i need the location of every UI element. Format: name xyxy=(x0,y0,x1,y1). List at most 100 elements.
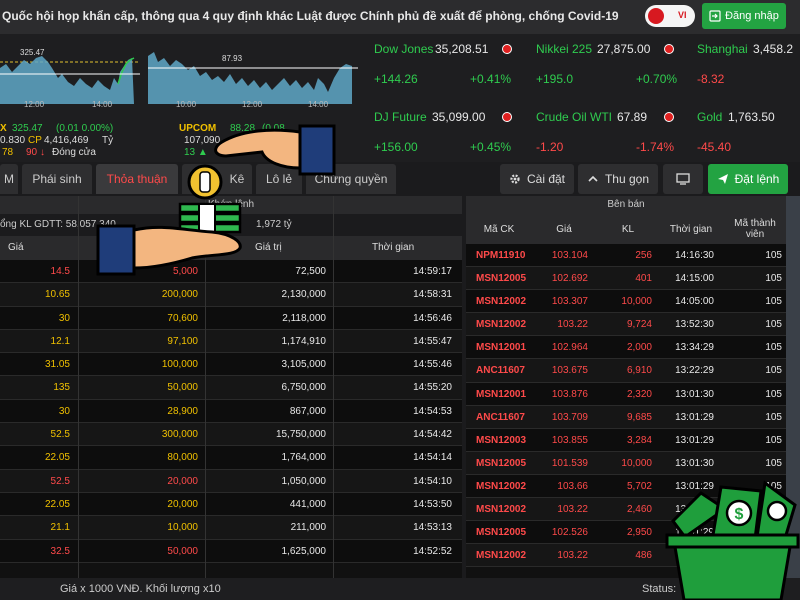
cell-time: 14:58:31 xyxy=(413,289,452,301)
cell-volume: 6,910 xyxy=(626,365,652,377)
cell-price: 103.307 xyxy=(551,296,588,308)
cell-code: MSN12005 xyxy=(476,273,527,285)
cell-volume: 50,000 xyxy=(167,382,198,394)
table-row[interactable]: 32.5 50,000 1,625,000 14:52:52 xyxy=(0,539,462,563)
col-header-code[interactable]: Mã CK xyxy=(466,214,532,244)
cell-value: 1,764,000 xyxy=(281,452,327,464)
cell-value: 1,050,000 xyxy=(281,475,327,487)
table-row[interactable]: ANC11607 103.675 6,910 13:22:29 105 xyxy=(466,359,786,383)
table-row[interactable]: 21.1 10,000 211,000 14:53:13 xyxy=(0,516,462,540)
table-row[interactable]: 52.5 20,000 1,050,000 14:54:10 xyxy=(0,469,462,493)
cell-time: 14:54:53 xyxy=(413,405,452,417)
cell-time: 13:22:29 xyxy=(675,365,714,377)
cell-price: 103.22 xyxy=(557,319,588,331)
table-row[interactable]: 135 50,000 6,750,000 14:55:20 xyxy=(0,376,462,400)
cell-volume: 9,724 xyxy=(626,319,652,331)
cell-price: 21.1 xyxy=(50,522,70,534)
table-row[interactable]: 30 28,900 867,000 14:54:53 xyxy=(0,399,462,424)
table-row[interactable]: MSN12001 103.876 2,320 13:01:30 105 xyxy=(466,382,786,406)
cell-volume: 401 xyxy=(635,273,652,285)
cell-member: 105 xyxy=(765,342,782,354)
down-arrow-icon: ↓ xyxy=(40,147,45,158)
clock-icon xyxy=(664,44,674,54)
cell-member: 105 xyxy=(765,388,782,400)
cell-volume: 70,600 xyxy=(167,312,198,324)
cell-value: 3,105,000 xyxy=(281,359,327,371)
cell-member: 105 xyxy=(765,296,782,308)
tab-label: M xyxy=(4,172,14,186)
clock-icon xyxy=(502,112,512,122)
table-row[interactable]: 22.05 80,000 1,764,000 14:54:14 xyxy=(0,446,462,470)
chart-time-tick: 10:00 xyxy=(176,100,197,109)
table-row[interactable]: 10.65 200,000 2,130,000 14:58:31 xyxy=(0,283,462,307)
table-row[interactable]: NPM11910 103.104 256 14:16:30 105 xyxy=(466,244,786,268)
cell-volume: 10,000 xyxy=(621,457,652,469)
language-toggle[interactable]: VI xyxy=(645,5,695,27)
vnindex-mini-chart[interactable]: 325.47 12:00 14:00 xyxy=(0,38,140,120)
cell-time: 14:56:46 xyxy=(413,312,452,324)
vnindex-area xyxy=(0,56,134,104)
collapse-button[interactable]: Thu gọn xyxy=(578,164,658,194)
table-row[interactable]: 22.05 20,000 441,000 14:53:50 xyxy=(0,492,462,517)
cell-time: 14:05:00 xyxy=(675,296,714,308)
table-row[interactable]: MSN12002 103.22 9,724 13:52:30 105 xyxy=(466,313,786,337)
cell-time: 14:55:46 xyxy=(413,359,452,371)
cell-volume: 28,900 xyxy=(167,405,198,417)
place-order-button[interactable]: Đặt lệnh xyxy=(708,164,788,194)
login-button[interactable]: Đăng nhập xyxy=(702,3,786,29)
chart-time-tick: 12:00 xyxy=(24,100,45,109)
col-header-time[interactable]: Thời gian xyxy=(660,214,722,244)
cell-code: MSN12002 xyxy=(476,550,527,562)
table-row[interactable]: MSN12003 103.855 3,284 13:01:29 105 xyxy=(466,428,786,452)
table-row[interactable]: 52.5 300,000 15,750,000 14:54:42 xyxy=(0,423,462,447)
cell-time: 14:59:17 xyxy=(413,266,452,277)
col-header-price[interactable]: Giá xyxy=(532,214,596,244)
news-headline[interactable]: Quốc hội họp khẩn cấp, thông qua 4 quy đ… xyxy=(2,9,619,23)
cell-member: 105 xyxy=(765,411,782,423)
cell-time: 14:55:47 xyxy=(413,335,452,347)
cell-member: 105 xyxy=(765,319,782,331)
ticker-price: 3,458.2 xyxy=(753,42,794,56)
cell-price: 102.526 xyxy=(551,527,588,539)
cell-time: 14:54:42 xyxy=(413,429,452,441)
table-row[interactable]: 12.1 97,100 1,174,910 14:55:47 xyxy=(0,329,462,354)
tab-label: Phái sinh xyxy=(32,172,82,186)
tab-phai-sinh[interactable]: Phái sinh xyxy=(22,164,92,194)
settings-button[interactable]: Cài đặt xyxy=(500,164,574,194)
ticker-percent: +0.41% xyxy=(470,72,512,86)
svg-text:$: $ xyxy=(735,506,744,523)
clock-icon xyxy=(664,112,674,122)
cell-code: MSN12001 xyxy=(476,388,527,400)
col-header-volume[interactable]: KL xyxy=(596,214,660,244)
upcom-chart-svg xyxy=(148,52,358,104)
cell-code: MSN12003 xyxy=(476,434,527,446)
ticker-change: -8.32 xyxy=(697,72,725,86)
cell-price: 103.66 xyxy=(557,480,588,492)
tab-m[interactable]: M xyxy=(0,164,18,194)
col-header-price[interactable]: Giá xyxy=(8,236,24,260)
cell-volume: 256 xyxy=(635,250,652,261)
cell-volume: 2,950 xyxy=(626,527,652,539)
cell-price: 101.539 xyxy=(551,457,588,469)
panel-title: Bên bán xyxy=(466,196,786,214)
gear-icon xyxy=(510,174,520,184)
table-row[interactable]: MSN12002 103.307 10,000 14:05:00 105 xyxy=(466,290,786,314)
col-header-time[interactable]: Thời gian xyxy=(372,236,414,260)
upcom-marker-label: 87.93 xyxy=(222,54,243,63)
monitor-button[interactable] xyxy=(663,164,703,194)
table-row[interactable]: 31.05 100,000 3,105,000 14:55:46 xyxy=(0,353,462,377)
table-row[interactable]: MSN12001 102.964 2,000 13:34:29 105 xyxy=(466,336,786,360)
col-header-member[interactable]: Mã thành viên xyxy=(724,214,786,244)
table-row[interactable]: 30 70,600 2,118,000 14:56:46 xyxy=(0,306,462,330)
cell-price: 102.964 xyxy=(551,342,588,354)
cell-volume: 300,000 xyxy=(161,429,198,441)
money-basket-icon: $ xyxy=(665,480,800,600)
cell-code: MSN12001 xyxy=(476,342,527,354)
cell-price: 103.675 xyxy=(551,365,588,377)
table-row[interactable]: ANC11607 103.709 9,685 13:01:29 105 xyxy=(466,405,786,429)
place-order-label: Đặt lệnh xyxy=(734,172,780,186)
cell-price: 135 xyxy=(53,382,70,394)
upcom-mini-chart[interactable]: 87.93 10:00 12:00 14:00 xyxy=(148,38,358,120)
cell-volume: 80,000 xyxy=(167,452,198,464)
table-row[interactable]: MSN12005 102.692 401 14:15:00 105 xyxy=(466,267,786,291)
